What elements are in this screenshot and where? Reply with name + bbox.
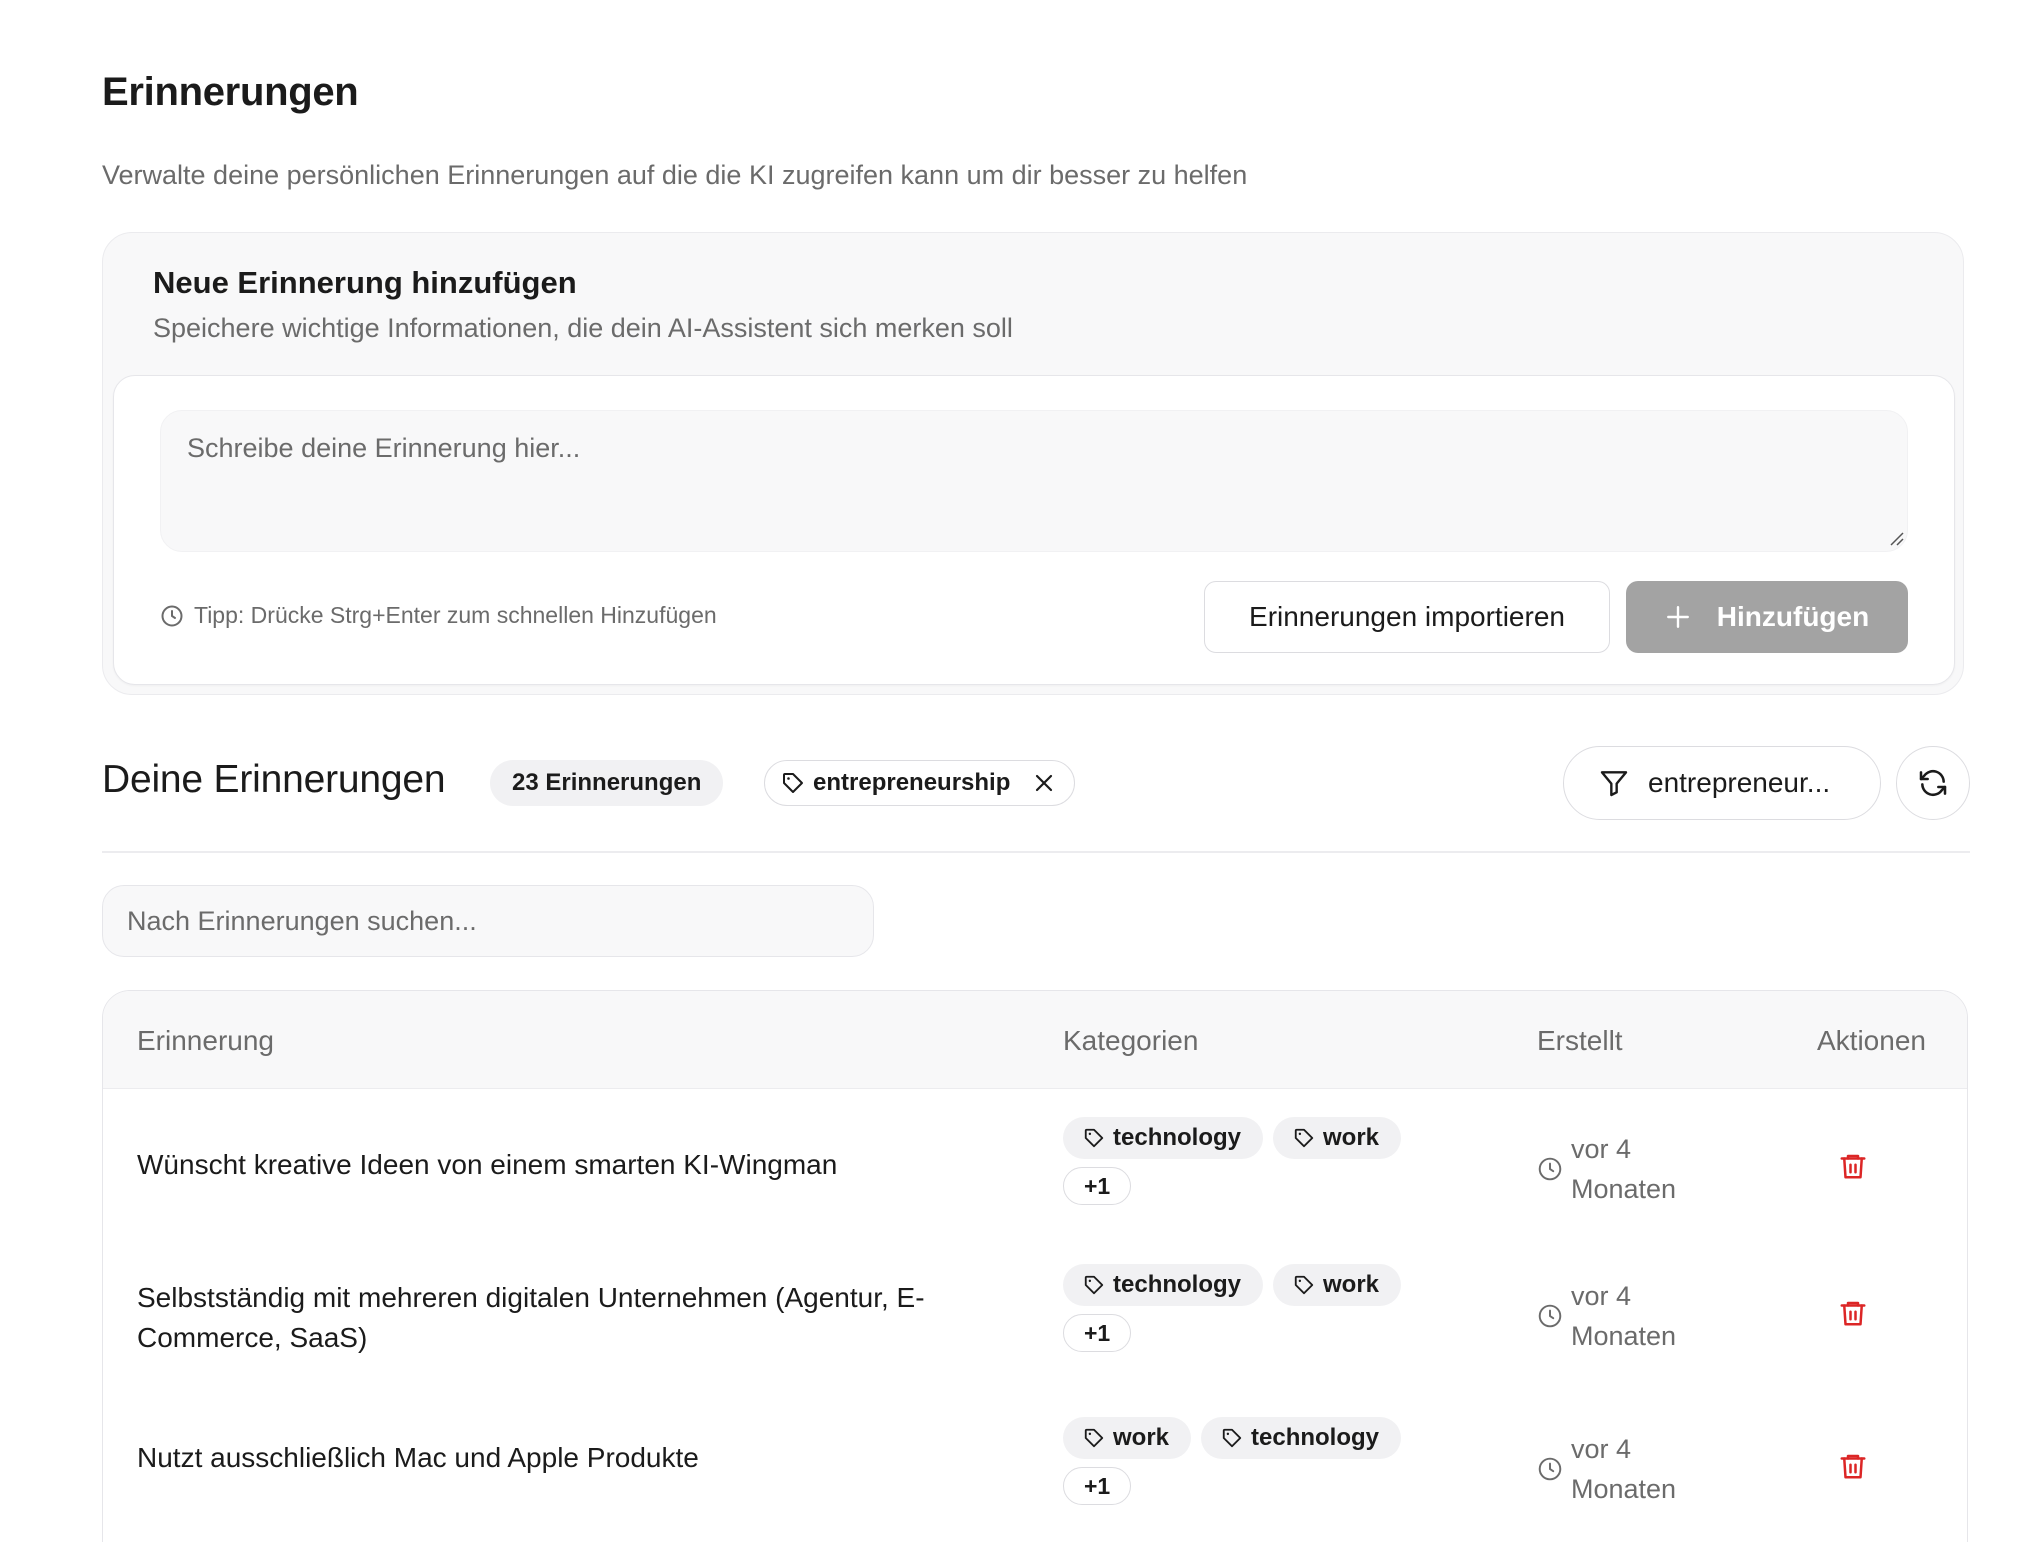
section-divider bbox=[102, 851, 1970, 853]
memory-text: Selbstständig mit mehreren digitalen Unt… bbox=[137, 1282, 925, 1353]
memory-categories: technology work +1 bbox=[1063, 1117, 1443, 1205]
import-memories-button[interactable]: Erinnerungen importieren bbox=[1204, 581, 1610, 653]
created-cell: vor 4 Monaten bbox=[1537, 1429, 1711, 1509]
add-memory-button-label: Hinzufügen bbox=[1716, 601, 1870, 632]
category-tag-label: technology bbox=[1113, 1124, 1242, 1151]
active-filter-chip: entrepreneurship bbox=[764, 760, 1076, 806]
table-header: Erinnerung Kategorien Erstellt Aktionen bbox=[103, 991, 1967, 1089]
created-time: vor 4 Monaten bbox=[1571, 1434, 1677, 1504]
delete-memory-button[interactable] bbox=[1831, 1444, 1875, 1488]
memory-categories: work technology +1 bbox=[1063, 1417, 1443, 1505]
created-time: vor 4 Monaten bbox=[1571, 1281, 1677, 1351]
tag-icon bbox=[1084, 1128, 1104, 1148]
table-row[interactable]: Nutzt ausschließlich Mac und Apple Produ… bbox=[103, 1395, 1967, 1542]
memories-table: Erinnerung Kategorien Erstellt Aktionen … bbox=[102, 990, 1968, 1542]
category-tag-label: work bbox=[1323, 1124, 1380, 1151]
more-categories-badge[interactable]: +1 bbox=[1063, 1467, 1132, 1505]
close-icon bbox=[1036, 774, 1053, 792]
resize-handle-icon[interactable] bbox=[1888, 530, 1904, 546]
delete-memory-button[interactable] bbox=[1831, 1144, 1875, 1188]
category-tag[interactable]: technology bbox=[1063, 1117, 1264, 1159]
created-cell: vor 4 Monaten bbox=[1537, 1276, 1711, 1356]
category-tag-label: work bbox=[1113, 1424, 1170, 1451]
column-header-memory[interactable]: Erinnerung bbox=[137, 1025, 274, 1057]
table-row[interactable]: Wünscht kreative Ideen von einem smarten… bbox=[103, 1089, 1967, 1242]
refresh-button[interactable] bbox=[1896, 746, 1970, 820]
clock-icon bbox=[161, 605, 183, 626]
created-cell: vor 4 Monaten bbox=[1537, 1129, 1711, 1209]
category-tag[interactable]: technology bbox=[1063, 1264, 1264, 1306]
column-header-actions: Aktionen bbox=[1817, 1025, 1926, 1056]
delete-memory-button[interactable] bbox=[1831, 1291, 1875, 1335]
page-title: Erinnerungen bbox=[102, 70, 359, 114]
add-memory-description: Speichere wichtige Informationen, die de… bbox=[153, 313, 1013, 343]
category-filter-select[interactable]: entrepreneur... bbox=[1563, 746, 1881, 820]
column-header-created[interactable]: Erstellt bbox=[1537, 1025, 1623, 1057]
plus-icon bbox=[1666, 606, 1689, 628]
category-tag-label: work bbox=[1323, 1271, 1380, 1298]
remove-filter-button[interactable] bbox=[1032, 771, 1056, 795]
memory-count-badge: 23 Erinnerungen bbox=[490, 760, 724, 806]
active-filter-label: entrepreneurship bbox=[813, 769, 1011, 796]
clock-icon bbox=[1538, 1457, 1562, 1481]
category-tag-label: technology bbox=[1113, 1271, 1242, 1298]
shortcut-tip: Tipp: Drücke Strg+Enter zum schnellen Hi… bbox=[160, 602, 717, 629]
add-memory-form: Tipp: Drücke Strg+Enter zum schnellen Hi… bbox=[113, 375, 1955, 685]
memories-section-title: Deine Erinnerungen bbox=[102, 758, 446, 801]
memory-categories: technology work +1 bbox=[1063, 1264, 1443, 1352]
tag-icon bbox=[1294, 1275, 1314, 1295]
more-categories-badge[interactable]: +1 bbox=[1063, 1314, 1132, 1352]
trash-icon bbox=[1840, 1301, 1866, 1326]
funnel-icon bbox=[1600, 771, 1628, 797]
memories-page: Erinnerungen Verwalte deine persönlichen… bbox=[0, 0, 2040, 1542]
memory-search-input[interactable] bbox=[102, 885, 874, 957]
shortcut-tip-text: Tipp: Drücke Strg+Enter zum schnellen Hi… bbox=[194, 602, 717, 628]
category-tag[interactable]: work bbox=[1273, 1264, 1402, 1306]
memory-text: Nutzt ausschließlich Mac und Apple Produ… bbox=[137, 1442, 699, 1473]
tag-icon bbox=[1222, 1428, 1242, 1448]
category-tag[interactable]: work bbox=[1063, 1417, 1192, 1459]
created-time: vor 4 Monaten bbox=[1571, 1134, 1677, 1204]
category-tag-label: technology bbox=[1251, 1424, 1380, 1451]
add-memory-button[interactable]: Hinzufügen bbox=[1626, 581, 1908, 653]
tag-icon bbox=[1084, 1275, 1104, 1295]
category-filter-value: entrepreneur... bbox=[1648, 767, 1831, 798]
more-categories-badge[interactable]: +1 bbox=[1063, 1167, 1132, 1205]
table-row[interactable]: Selbstständig mit mehreren digitalen Unt… bbox=[103, 1242, 1967, 1395]
refresh-icon bbox=[1919, 769, 1947, 797]
tag-icon bbox=[783, 773, 803, 793]
add-memory-card: Neue Erinnerung hinzufügen Speichere wic… bbox=[102, 232, 1964, 695]
trash-icon bbox=[1840, 1454, 1866, 1479]
clock-icon bbox=[1538, 1157, 1562, 1181]
column-header-categories[interactable]: Kategorien bbox=[1063, 1025, 1198, 1057]
page-subtitle: Verwalte deine persönlichen Erinnerungen… bbox=[102, 160, 1248, 190]
tag-icon bbox=[1294, 1128, 1314, 1148]
trash-icon bbox=[1840, 1154, 1866, 1179]
category-tag[interactable]: technology bbox=[1201, 1417, 1402, 1459]
tag-icon bbox=[1084, 1428, 1104, 1448]
category-tag[interactable]: work bbox=[1273, 1117, 1402, 1159]
memory-textarea[interactable] bbox=[160, 410, 1908, 552]
add-memory-title: Neue Erinnerung hinzufügen bbox=[153, 265, 577, 300]
clock-icon bbox=[1538, 1304, 1562, 1328]
memory-text: Wünscht kreative Ideen von einem smarten… bbox=[137, 1149, 838, 1180]
